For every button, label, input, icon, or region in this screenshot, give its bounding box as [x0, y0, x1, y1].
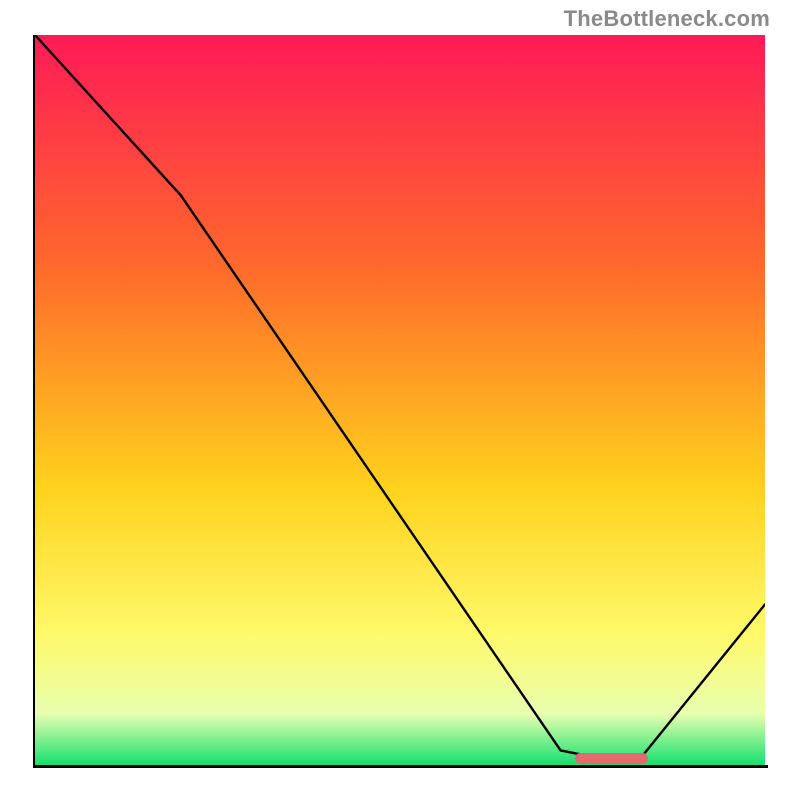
plot-svg	[35, 35, 765, 765]
x-axis-line	[33, 765, 768, 768]
chart-container: TheBottleneck.com	[0, 0, 800, 800]
gradient-background	[35, 35, 765, 765]
plot-area	[35, 35, 765, 765]
watermark-text: TheBottleneck.com	[564, 6, 770, 32]
optimal-marker	[575, 753, 648, 764]
